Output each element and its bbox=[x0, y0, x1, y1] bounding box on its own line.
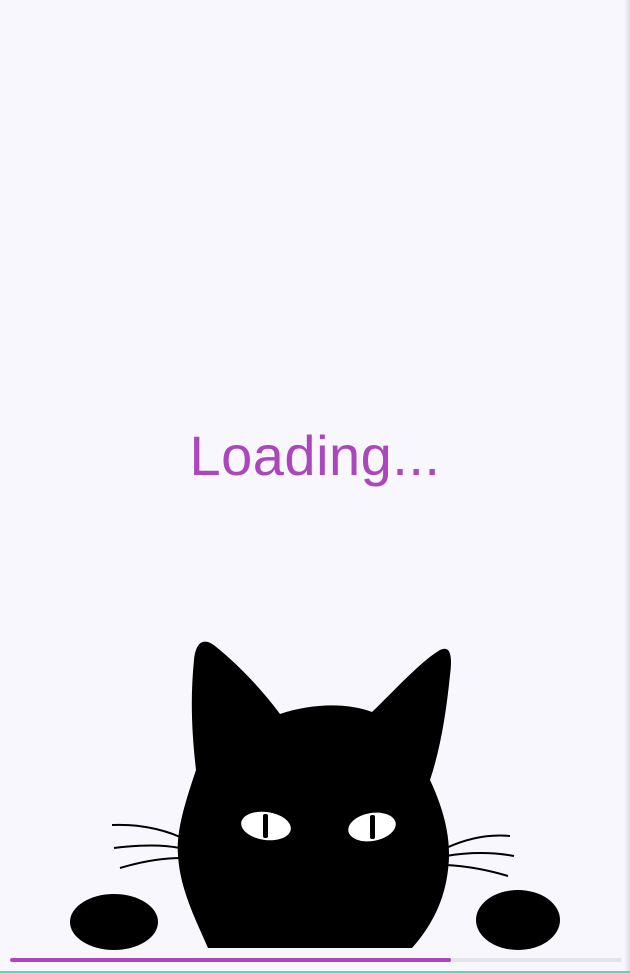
right-paw-icon bbox=[476, 890, 560, 950]
loading-screen: Loading... bbox=[0, 0, 630, 973]
cat-head-icon bbox=[177, 641, 451, 948]
loading-progress-fill bbox=[10, 958, 451, 962]
right-whiskers-icon bbox=[445, 834, 515, 877]
left-paw-icon bbox=[70, 894, 158, 950]
loading-label: Loading... bbox=[189, 424, 441, 487]
peeking-black-cat-icon bbox=[70, 641, 560, 950]
loading-progress-bar bbox=[10, 958, 622, 962]
left-whiskers-icon bbox=[111, 823, 183, 869]
